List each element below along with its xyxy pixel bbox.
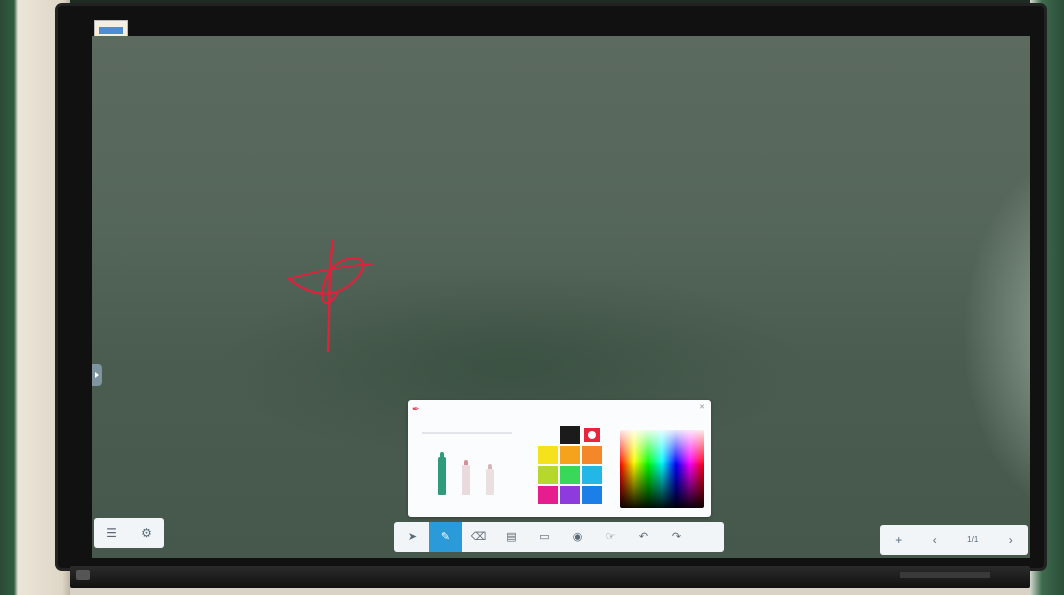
page-toolbar: + ‹ 1/1 › (880, 525, 1028, 555)
whiteboard-canvas[interactable]: ✒ ✕ ☰ ⚙ ➤ ✎ ⌫ ▤ ▭ ◉ ☞ ↶ ↷ + ‹ 1/1 › (92, 36, 1030, 558)
brand-strip (900, 572, 990, 578)
menu-icon: ☰ (106, 526, 117, 540)
prev-page-button[interactable]: ‹ (933, 534, 937, 546)
front-ports (76, 570, 90, 580)
color-swatch-purple[interactable] (560, 486, 580, 504)
clear-icon: ▤ (506, 530, 517, 543)
gesture-tool-button[interactable]: ☞ (594, 522, 627, 552)
pen-settings-panel: ✒ ✕ (408, 400, 711, 517)
prev-page-icon: ‹ (932, 533, 937, 547)
color-swatch-black[interactable] (560, 426, 580, 444)
side-drawer-handle[interactable] (92, 364, 102, 386)
color-swatch-green[interactable] (560, 466, 580, 484)
color-swatch-cyan[interactable] (582, 466, 602, 484)
pen-size-slider[interactable] (422, 432, 512, 434)
settings-button[interactable]: ⚙ (141, 527, 152, 539)
pen-icon: ✎ (440, 530, 451, 543)
main-toolbar: ➤ ✎ ⌫ ▤ ▭ ◉ ☞ ↶ ↷ (394, 522, 724, 552)
shapes-icon: ▭ (539, 530, 550, 543)
highlighter-pen-option[interactable] (438, 452, 446, 495)
shapes-tool-button[interactable]: ▭ (528, 522, 561, 552)
add-page-icon: + (895, 533, 903, 547)
undo-icon: ↶ (638, 530, 649, 543)
next-page-icon: › (1008, 533, 1013, 547)
eraser-icon: ⌫ (470, 530, 487, 543)
color-swatch-lime[interactable] (538, 466, 558, 484)
gesture-icon: ☞ (605, 530, 616, 543)
left-toolbar: ☰ ⚙ (94, 518, 164, 548)
custom-color-picker[interactable] (620, 430, 704, 508)
color-swatch-red[interactable] (582, 426, 602, 444)
color-swatch-grid (538, 426, 602, 504)
page-indicator[interactable]: 1/1 (967, 534, 978, 546)
color-swatch-amber[interactable] (560, 446, 580, 464)
select-tool-button[interactable]: ➤ (396, 522, 429, 552)
redo-icon: ↷ (671, 530, 682, 543)
color-swatch-magenta[interactable] (538, 486, 558, 504)
pen-tool-button[interactable]: ✎ (429, 522, 462, 552)
pen-panel-icon: ✒ (412, 404, 420, 414)
clear-tool-button[interactable]: ▤ (495, 522, 528, 552)
color-swatch-blue[interactable] (582, 486, 602, 504)
display-bottom-bar (70, 566, 1030, 588)
redo-button[interactable]: ↷ (660, 522, 693, 552)
add-page-button[interactable]: + (895, 534, 902, 546)
fill-tool-button[interactable]: ◉ (561, 522, 594, 552)
color-swatch-orange[interactable] (582, 446, 602, 464)
next-page-button[interactable]: › (1009, 534, 1013, 546)
soft-pen-option[interactable] (486, 464, 494, 495)
menu-button[interactable]: ☰ (106, 527, 117, 539)
close-icon[interactable]: ✕ (699, 403, 705, 411)
settings-icon: ⚙ (141, 526, 152, 540)
eraser-tool-button[interactable]: ⌫ (462, 522, 495, 552)
fill-icon: ◉ (572, 530, 583, 543)
undo-button[interactable]: ↶ (627, 522, 660, 552)
color-swatch-yellow[interactable] (538, 446, 558, 464)
select-icon: ➤ (407, 530, 418, 543)
fine-pen-option[interactable] (462, 460, 470, 495)
